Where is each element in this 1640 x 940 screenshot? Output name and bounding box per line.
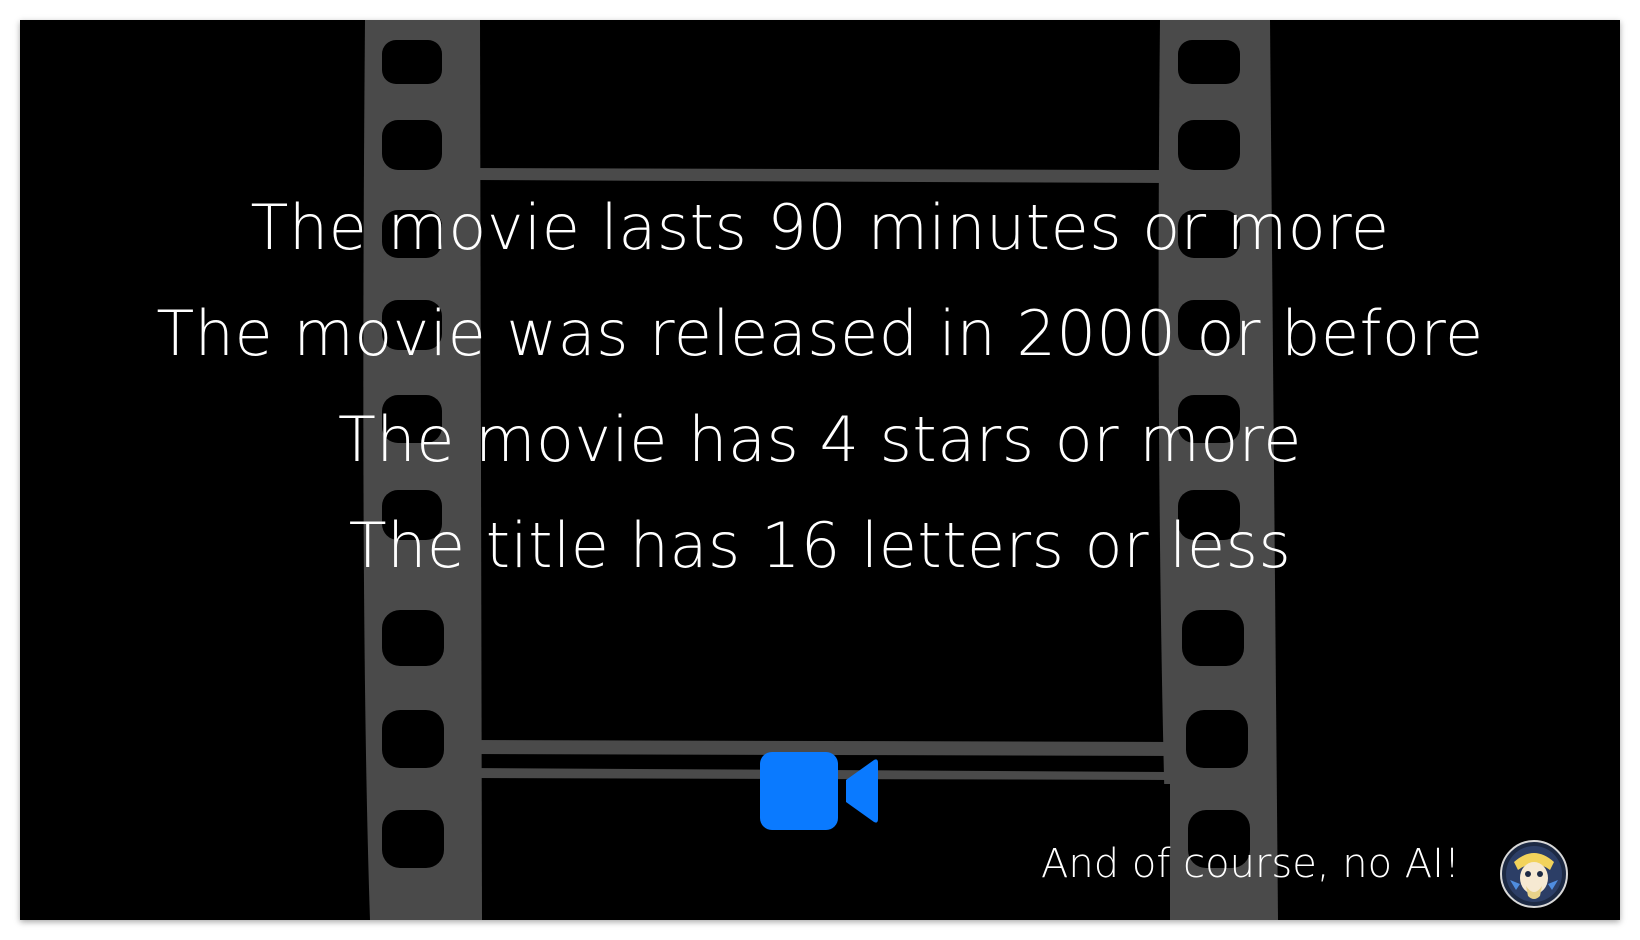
slide: The movie lasts 90 minutes or more The m… <box>20 20 1620 920</box>
rule-release-year: The movie was released in 2000 or before <box>156 297 1484 370</box>
rule-title-length: The title has 16 letters or less <box>348 509 1292 582</box>
video-camera-icon <box>760 752 878 830</box>
rules-list: The movie lasts 90 minutes or more The m… <box>20 175 1620 599</box>
footer-note: And of course, no AI! <box>1041 841 1460 887</box>
avatar <box>1500 840 1568 908</box>
rule-stars: The movie has 4 stars or more <box>338 403 1302 476</box>
rule-duration: The movie lasts 90 minutes or more <box>250 191 1390 264</box>
